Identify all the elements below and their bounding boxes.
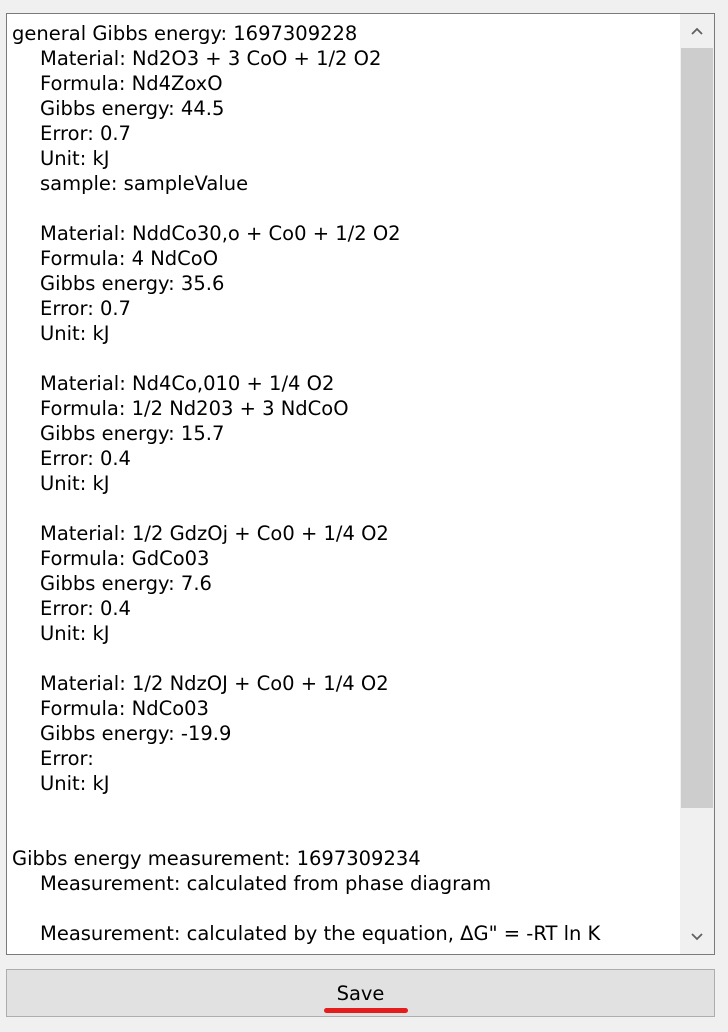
text-line: Error: 0.4 xyxy=(40,597,131,620)
text-line xyxy=(12,346,682,371)
chevron-up-icon xyxy=(691,27,703,35)
save-button-label: Save xyxy=(336,981,385,1005)
text-line: Material: 1/2 NdzOJ + Co0 + 1/4 O2 xyxy=(40,672,389,695)
text-line: Unit: kJ xyxy=(40,472,110,495)
text-line: Formula: 4 NdCoO xyxy=(40,247,219,270)
text-line: Error: 0.4 xyxy=(40,447,131,470)
text-line: Gibbs energy measurement: 1697309234 xyxy=(12,847,421,870)
text-line: Gibbs energy: -19.9 xyxy=(40,722,232,745)
text-content: general Gibbs energy: 1697309228 Material… xyxy=(12,21,682,946)
text-line: Gibbs energy: 7.6 xyxy=(40,572,212,595)
text-line: Gibbs energy: 44.5 xyxy=(40,97,225,120)
text-line xyxy=(12,796,682,821)
text-line: Gibbs energy: 15.7 xyxy=(40,422,225,445)
text-line: Unit: kJ xyxy=(40,322,110,345)
vertical-scrollbar[interactable] xyxy=(680,14,714,954)
text-line: Unit: kJ xyxy=(40,772,110,795)
text-line: Unit: kJ xyxy=(40,147,110,170)
scrollbar-thumb[interactable] xyxy=(681,48,713,808)
text-line: Material: 1/2 GdzOj + Co0 + 1/4 O2 xyxy=(40,522,389,545)
text-line: Material: NddCo30,o + Co0 + 1/2 O2 xyxy=(40,222,401,245)
text-line: sample: sampleValue xyxy=(40,172,249,195)
text-line: Error: 0.7 xyxy=(40,122,131,145)
text-line: Measurement: calculated by the equation,… xyxy=(40,922,601,945)
text-line xyxy=(12,821,682,846)
text-line xyxy=(12,896,682,921)
text-line xyxy=(12,496,682,521)
text-line: Gibbs energy: 35.6 xyxy=(40,272,225,295)
scroll-down-button[interactable] xyxy=(680,920,714,954)
text-line xyxy=(12,646,682,671)
text-line: Formula: NdCo03 xyxy=(40,697,209,720)
save-underline-marker xyxy=(324,1008,408,1013)
text-line: Error: 0.7 xyxy=(40,297,131,320)
output-text-area[interactable]: general Gibbs energy: 1697309228 Material… xyxy=(6,13,715,955)
text-line: general Gibbs energy: 1697309228 xyxy=(12,22,358,45)
chevron-down-icon xyxy=(691,933,703,941)
text-line: Material: Nd2O3 + 3 CoO + 1/2 O2 xyxy=(40,47,382,70)
text-line: Error: xyxy=(40,747,94,770)
text-line: Formula: GdCo03 xyxy=(40,547,210,570)
text-line: Formula: 1/2 Nd203 + 3 NdCoO xyxy=(40,397,349,420)
text-line: Formula: Nd4ZoxO xyxy=(40,72,223,95)
window: general Gibbs energy: 1697309228 Material… xyxy=(0,0,728,1032)
text-line xyxy=(12,196,682,221)
scroll-up-button[interactable] xyxy=(680,14,714,48)
text-line: Unit: kJ xyxy=(40,622,110,645)
text-line: Material: Nd4Co,010 + 1/4 O2 xyxy=(40,372,335,395)
text-line: Measurement: calculated from phase diagr… xyxy=(40,872,492,895)
